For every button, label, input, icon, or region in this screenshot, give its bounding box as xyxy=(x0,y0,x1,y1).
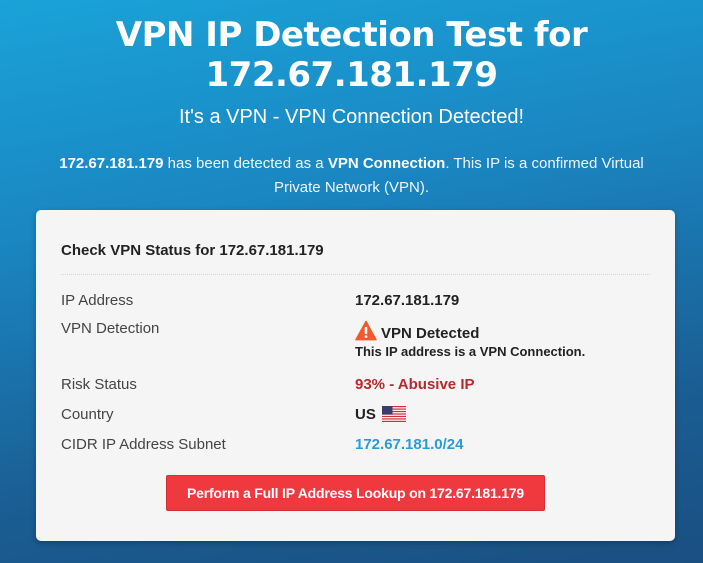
title-line-1: VPN IP Detection Test for xyxy=(115,15,588,55)
country-label: Country xyxy=(61,406,114,423)
vpn-detected-text: VPN Detected xyxy=(381,325,480,342)
full-lookup-button[interactable]: Perform a Full IP Address Lookup on 172.… xyxy=(166,475,545,511)
desc-mid: has been detected as a xyxy=(163,155,328,172)
vpn-detection-value: VPN Detected xyxy=(355,320,479,342)
country-value: US xyxy=(355,406,406,423)
warning-icon xyxy=(355,320,377,341)
vpn-status-card: Check VPN Status for 172.67.181.179 IP A… xyxy=(36,210,675,541)
card-header: Check VPN Status for 172.67.181.179 xyxy=(61,242,324,259)
hero-section: VPN IP Detection Test for 172.67.181.179… xyxy=(0,0,703,200)
us-flag-icon xyxy=(381,406,406,422)
page-title: VPN IP Detection Test for 172.67.181.179 xyxy=(0,15,703,95)
title-line-2: 172.67.181.179 xyxy=(205,55,498,95)
cidr-label: CIDR IP Address Subnet xyxy=(61,436,226,453)
risk-status-label: Risk Status xyxy=(61,376,137,393)
page-subtitle: It's a VPN - VPN Connection Detected! xyxy=(178,106,525,128)
vpn-detection-label: VPN Detection xyxy=(61,320,160,337)
ip-address-value: 172.67.181.179 xyxy=(355,292,460,309)
risk-status-value: 93% - Abusive IP xyxy=(355,376,475,393)
cidr-value-link[interactable]: 172.67.181.0/24 xyxy=(355,436,463,453)
page-description: 172.67.181.179 has been detected as a VP… xyxy=(42,152,662,200)
card-divider xyxy=(61,274,650,275)
ip-address-label: IP Address xyxy=(61,292,134,309)
country-code: US xyxy=(355,406,376,423)
vpn-detection-subtext: This IP address is a VPN Connection. xyxy=(355,344,586,359)
row-vpn-detection: VPN Detection VPN Detected This IP addre… xyxy=(61,320,650,365)
desc-ip: 172.67.181.179 xyxy=(59,155,164,172)
desc-bold: VPN Connection xyxy=(327,155,446,172)
